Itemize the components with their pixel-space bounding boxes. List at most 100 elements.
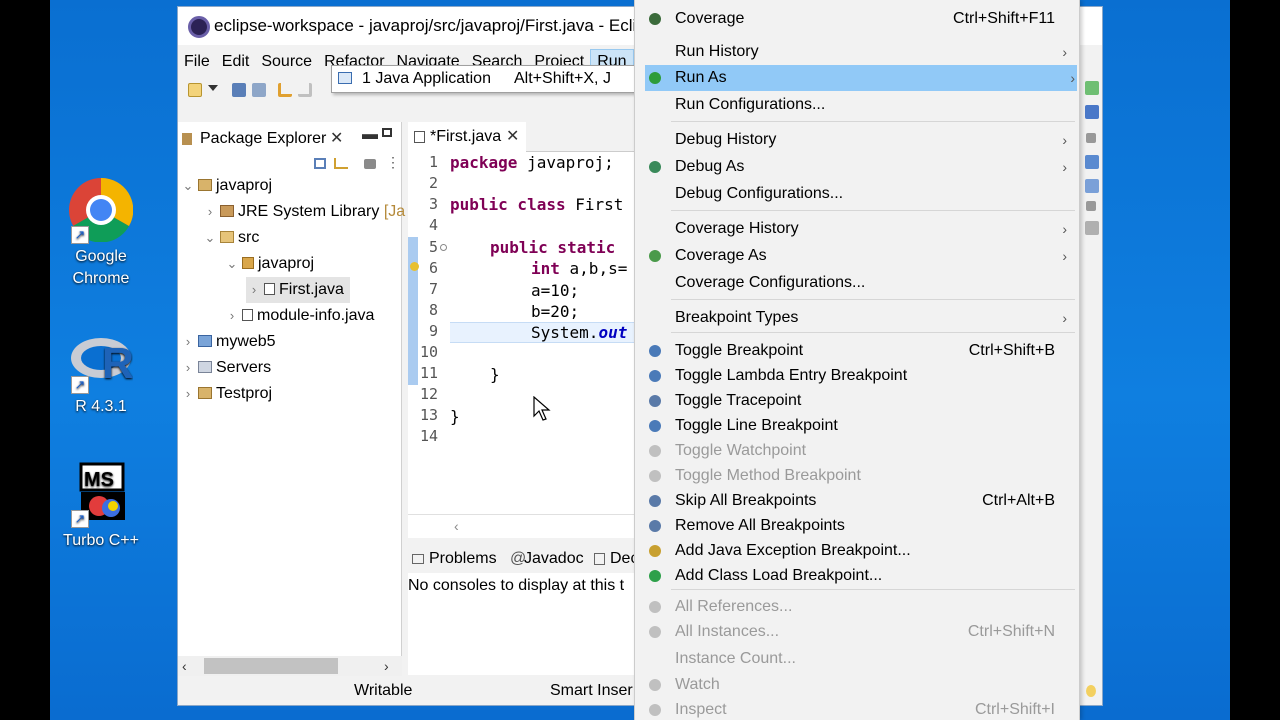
menu-source[interactable]: Source (255, 49, 318, 75)
menu-item-add-java-exception-breakpoint[interactable]: Add Java Exception Breakpoint... (635, 538, 1079, 564)
menu-item-debug-as[interactable]: Debug As › (635, 154, 1079, 180)
tab-javadoc[interactable]: Javadoc (524, 545, 584, 573)
menu-item-debug-configurations[interactable]: Debug Configurations... (635, 181, 1079, 207)
horizontal-scrollbar[interactable]: ‹ › (178, 656, 402, 676)
tree-item-label: javaproj (216, 177, 273, 194)
shortcut-arrow-icon: ↗ (71, 510, 89, 528)
menu-item-remove-all-breakpoints[interactable]: Remove All Breakpoints (635, 513, 1079, 539)
desktop-icon-chrome[interactable]: ↗ Google Chrome (56, 177, 146, 290)
scroll-left-icon[interactable]: ‹ (182, 656, 187, 676)
menu-item-run-history[interactable]: Run History › (635, 39, 1079, 65)
save-all-icon[interactable] (252, 83, 266, 97)
menu-item-toggle-tracepoint[interactable]: Toggle Tracepoint (635, 388, 1079, 414)
line-number: 12 (419, 385, 438, 403)
perspective-icon[interactable] (1085, 81, 1099, 95)
line-number: 10 (419, 343, 438, 361)
expander-icon[interactable]: › (202, 199, 218, 225)
expander-icon[interactable]: ⌄ (224, 251, 240, 277)
submenu-arrow-icon: › (1062, 132, 1067, 148)
java-perspective-icon[interactable] (1085, 105, 1099, 119)
fold-icon[interactable] (440, 244, 447, 251)
tree-item-package[interactable]: ⌄ javaproj (224, 251, 314, 277)
menu-item-instance-count[interactable]: Instance Count... (635, 646, 1079, 672)
menu-item-watch[interactable]: Watch (635, 672, 1079, 698)
new-icon[interactable] (188, 83, 202, 97)
task-icon[interactable] (1085, 179, 1099, 193)
code-line-7: a=10; (531, 281, 580, 300)
tree-item-jre[interactable]: › JRE System Library [Ja (202, 199, 405, 225)
save-icon[interactable] (232, 83, 246, 97)
all-instances-icon (649, 626, 661, 638)
package-explorer: Package Explorer ✕ ▬ ⋮ ⌄ javaproj › JRE Sy… (178, 122, 405, 676)
menu-item-label: Remove All Breakpoints (675, 517, 845, 534)
menu-item-toggle-watchpoint[interactable]: Toggle Watchpoint (635, 438, 1079, 464)
r-logo-icon: R ↗ (69, 328, 134, 394)
toggle-watchpoint-icon (649, 445, 661, 457)
scrollbar-thumb[interactable] (204, 658, 338, 674)
menu-item-toggle-line-breakpoint[interactable]: Toggle Line Breakpoint (635, 413, 1079, 439)
menu-item-coverage[interactable]: Coverage Ctrl+Shift+F11 (635, 6, 1079, 32)
code-line-5: public static (490, 237, 615, 258)
console-icon[interactable] (1085, 221, 1099, 235)
coverage-as-icon (649, 250, 661, 262)
scroll-left-icon[interactable]: ‹ (454, 515, 459, 537)
menu-edit[interactable]: Edit (216, 49, 256, 75)
run-last-launched-popup[interactable]: 1 Java Application Alt+Shift+X, J (331, 65, 636, 93)
outline-icon[interactable] (1086, 133, 1096, 143)
status-writable: Writable (354, 682, 413, 699)
expander-icon[interactable]: › (180, 381, 196, 407)
expander-icon[interactable]: ⌄ (180, 173, 196, 199)
code-keyword: public class (450, 195, 566, 214)
menu-file[interactable]: File (178, 49, 216, 75)
dropdown-arrow-icon[interactable] (208, 85, 218, 91)
menu-item-skip-all-breakpoints[interactable]: Skip All Breakpoints Ctrl+Alt+B (635, 488, 1079, 514)
expander-icon[interactable]: › (246, 277, 262, 303)
status-bar: Writable Smart Inser (178, 678, 634, 704)
menu-item-coverage-history[interactable]: Coverage History › (635, 216, 1079, 242)
library-icon (220, 205, 234, 217)
tree-item-servers[interactable]: › Servers (180, 355, 271, 381)
editor-hscrollbar[interactable]: ‹ (408, 514, 634, 536)
menu-item-toggle-lambda-entry-breakpoint[interactable]: Toggle Lambda Entry Breakpoint (635, 363, 1079, 389)
close-icon[interactable]: ✕ (506, 122, 519, 152)
expander-icon[interactable]: › (224, 303, 240, 329)
menu-item-all-instances[interactable]: All Instances... Ctrl+Shift+N (635, 619, 1079, 645)
scroll-right-icon[interactable]: › (384, 656, 389, 676)
tab-problems[interactable]: Problems (429, 545, 497, 573)
tree-item-module-info[interactable]: › module-info.java (224, 303, 375, 329)
menu-item-debug-history[interactable]: Debug History › (635, 127, 1079, 153)
menu-item-coverage-as[interactable]: Coverage As › (635, 243, 1079, 269)
editor-tab-first-java[interactable]: *First.java ✕ (408, 122, 526, 152)
expander-icon[interactable]: › (180, 329, 196, 355)
expander-icon[interactable]: › (180, 355, 196, 381)
hierarchy-icon[interactable] (1085, 155, 1099, 169)
menu-item-breakpoint-types[interactable]: Breakpoint Types › (635, 305, 1079, 331)
desktop-icon-r[interactable]: R ↗ R 4.3.1 (56, 328, 146, 418)
menu-separator (671, 589, 1075, 590)
menu-item-toggle-method-breakpoint[interactable]: Toggle Method Breakpoint (635, 463, 1079, 489)
menu-item-all-references[interactable]: All References... (635, 594, 1079, 620)
menu-item-inspect[interactable]: Inspect Ctrl+Shift+I (635, 697, 1079, 720)
menu-item-toggle-breakpoint[interactable]: Toggle Breakpoint Ctrl+Shift+B (635, 338, 1079, 364)
submenu-arrow-icon: › (1062, 159, 1067, 175)
undo-icon[interactable] (278, 83, 292, 97)
tree-item-javaproj[interactable]: ⌄ javaproj (180, 173, 272, 199)
menu-item-add-class-load-breakpoint[interactable]: Add Class Load Breakpoint... (635, 563, 1079, 589)
tree-item-src[interactable]: ⌄ src (202, 225, 260, 251)
desktop-icon-turbo-c[interactable]: MS ↗ Turbo C++ (56, 462, 146, 552)
tab-declaration[interactable]: Dec (610, 545, 634, 573)
menu-item-run-configurations[interactable]: Run Configurations... (635, 92, 1079, 118)
expander-icon[interactable]: ⌄ (202, 225, 218, 251)
status-insert-mode: Smart Inser (550, 682, 633, 699)
code-keyword: public static (490, 238, 616, 257)
code-text: System. (531, 323, 599, 342)
tree-item-myweb5[interactable]: › myweb5 (180, 329, 276, 355)
tree-item-testproj[interactable]: › Testproj (180, 381, 272, 407)
view-icon[interactable] (1086, 201, 1096, 211)
tip-bulb-icon[interactable] (1086, 685, 1096, 697)
menu-item-run-as[interactable]: Run As › (645, 65, 1077, 91)
redo-icon[interactable] (298, 83, 312, 97)
menu-item-coverage-configurations[interactable]: Coverage Configurations... (635, 270, 1079, 296)
tree-item-first-java[interactable]: › First.java (246, 277, 350, 303)
warning-icon[interactable] (410, 262, 419, 271)
